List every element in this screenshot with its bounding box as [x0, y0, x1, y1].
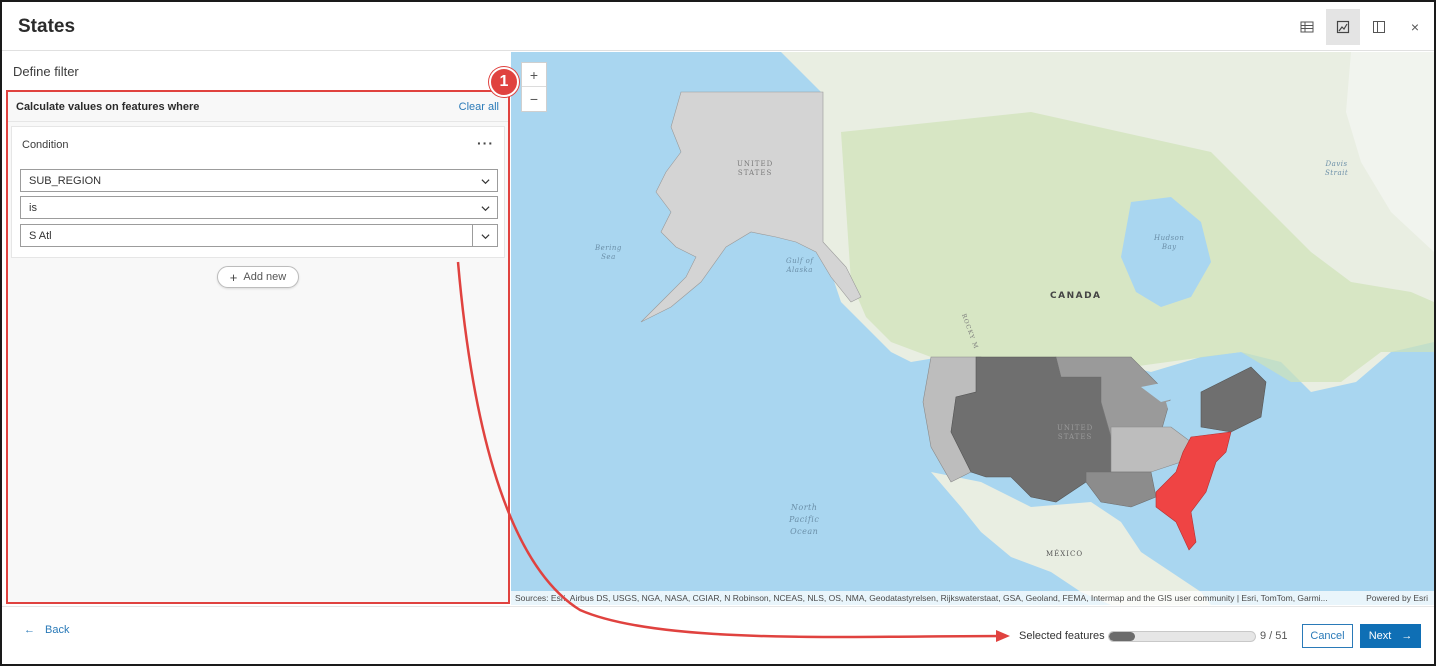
chevron-down-icon[interactable]	[481, 232, 490, 241]
header: States ×	[2, 2, 1434, 51]
zoom-in-button[interactable]: +	[522, 63, 546, 87]
selected-features-label: Selected features	[1019, 630, 1105, 642]
progress-fill	[1109, 632, 1135, 641]
chevron-down-icon	[481, 206, 490, 212]
combobox-divider	[472, 225, 473, 246]
add-new-label: Add new	[243, 271, 287, 283]
canada-label: CANADA	[1050, 291, 1102, 301]
arrow-left-icon: ←	[24, 624, 35, 636]
back-button[interactable]: ← Back	[24, 624, 69, 636]
us-south-central-states	[1085, 471, 1157, 508]
condition-menu-icon[interactable]: ···	[477, 135, 494, 151]
us-label: UNITED STATES	[1057, 424, 1094, 441]
page-title: States	[18, 16, 76, 37]
clear-all-link[interactable]: Clear all	[459, 101, 499, 113]
map-attribution: Sources: Esri, Airbus DS, USGS, NGA, NAS…	[511, 591, 1434, 605]
condition-label: Condition	[22, 139, 69, 151]
alaska-label: UNITED STATES	[737, 160, 774, 177]
next-button[interactable]: Next →	[1360, 624, 1421, 648]
filter-heading: Calculate values on features where	[16, 101, 200, 113]
mexico-label: MÉXICO	[1046, 550, 1084, 558]
value-combobox-value: S Atl	[29, 230, 52, 242]
next-label: Next	[1368, 630, 1392, 642]
north-pacific-label: North Pacific Ocean	[789, 503, 820, 536]
davis-strait-label: Davis Strait	[1325, 160, 1349, 177]
map-view[interactable]: + − UNITED STATES Bering Sea Gulf of Alaska…	[511, 52, 1434, 605]
close-button[interactable]: ×	[1398, 9, 1432, 45]
close-icon: ×	[1410, 19, 1420, 35]
bering-sea-label: Bering Sea	[595, 244, 622, 261]
selected-features-count: 9 / 51	[1260, 630, 1288, 642]
powered-by-esri[interactable]: Powered by Esri	[1366, 591, 1428, 605]
footer: ← Back Selected features 9 / 51 Cancel N…	[2, 606, 1434, 664]
value-combobox[interactable]: S Atl	[20, 224, 498, 247]
filter-expression-box: Calculate values on features where Clear…	[6, 90, 510, 604]
operator-select[interactable]: is	[20, 196, 498, 219]
table-icon	[1300, 21, 1314, 33]
attribution-text: Sources: Esri, Airbus DS, USGS, NGA, NAS…	[515, 593, 1328, 603]
zoom-out-button[interactable]: −	[522, 87, 546, 111]
selected-features-progress	[1108, 631, 1256, 642]
field-select[interactable]: SUB_REGION	[20, 169, 498, 192]
hudson-bay-label: Hudson Bay	[1154, 234, 1185, 251]
us-northeast-states	[1200, 366, 1267, 433]
left-panel: Define filter Calculate values on featur…	[2, 52, 510, 608]
add-new-button[interactable]: + Add new	[217, 266, 299, 288]
operator-select-value: is	[29, 202, 37, 214]
plus-icon: +	[229, 269, 238, 285]
step-badge: 1	[489, 67, 519, 97]
cancel-button[interactable]: Cancel	[1302, 624, 1353, 648]
arrow-right-icon: →	[1401, 630, 1413, 642]
gulf-of-alaska-label: Gulf of Alaska	[786, 257, 814, 274]
field-select-value: SUB_REGION	[29, 175, 102, 187]
zoom-control: + −	[521, 62, 547, 112]
split-view-button[interactable]	[1362, 9, 1396, 45]
back-label: Back	[45, 624, 70, 636]
condition-card: Condition ··· SUB_REGION is S Atl	[11, 126, 505, 258]
filter-header: Calculate values on features where Clear…	[8, 92, 508, 122]
define-filter-title: Define filter	[13, 64, 79, 79]
split-panel-icon	[1373, 21, 1385, 33]
table-view-button[interactable]	[1290, 9, 1324, 45]
map-icon	[1336, 20, 1350, 34]
chevron-down-icon	[481, 179, 490, 185]
map-view-button[interactable]	[1326, 9, 1360, 45]
